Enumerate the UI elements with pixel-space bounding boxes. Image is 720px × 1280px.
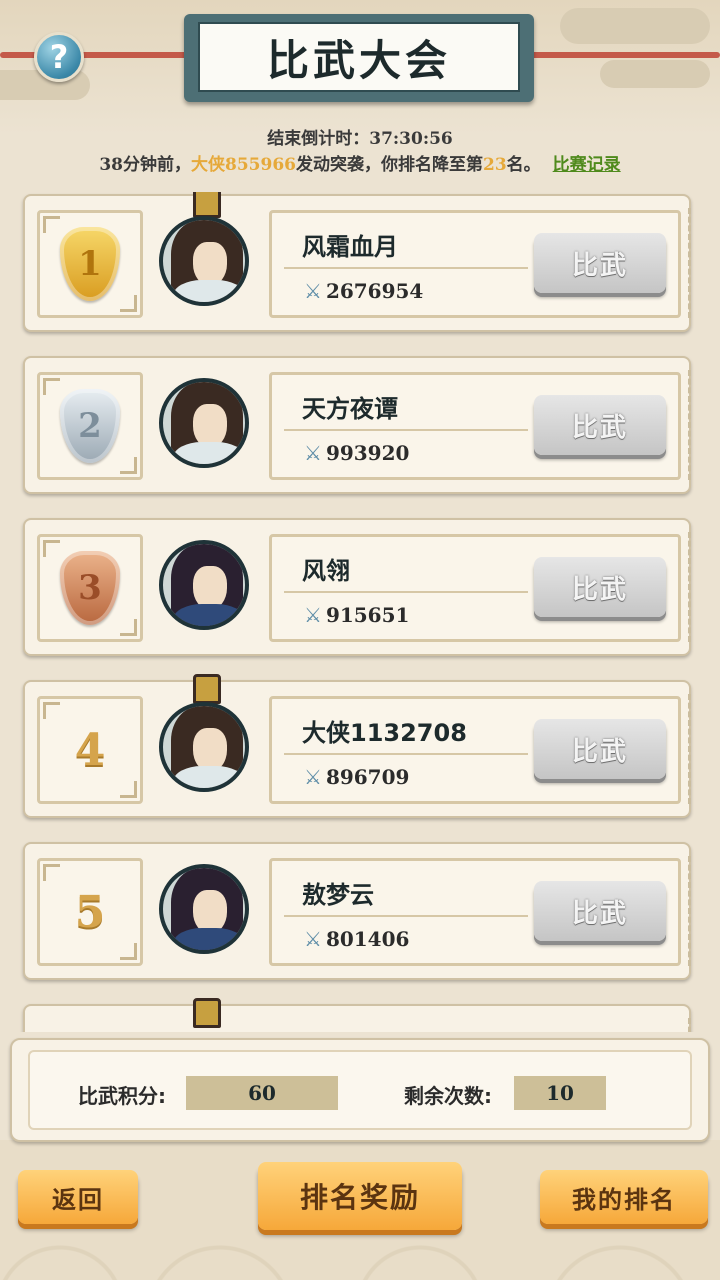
rank-box: 4 xyxy=(37,696,143,804)
rank-box: 2 xyxy=(37,372,143,480)
divider xyxy=(284,429,528,431)
combat-power: ⚔ 896709 xyxy=(304,765,409,789)
power-value: 2676954 xyxy=(325,279,424,303)
player-card-partial xyxy=(23,998,691,1032)
page-title: 比武大会 xyxy=(266,35,451,85)
power-value: 915651 xyxy=(325,603,410,627)
player-name: 敖梦云 xyxy=(302,881,374,909)
crossed-swords-icon: ⚔ xyxy=(304,279,322,303)
power-value: 993920 xyxy=(325,441,410,465)
player-info: 风翎 ⚔ 915651 比武 xyxy=(269,534,681,642)
gold-medal-icon: 1 xyxy=(60,227,120,301)
hair-crown-icon xyxy=(193,674,221,704)
avatar[interactable] xyxy=(159,702,249,792)
player-name: 天方夜谭 xyxy=(302,395,398,423)
stats-panel: 比武积分: 60 剩余次数: 10 xyxy=(10,1038,710,1142)
avatar[interactable] xyxy=(159,864,249,954)
combat-power: ⚔ 993920 xyxy=(304,441,409,465)
back-button[interactable]: 返回 xyxy=(18,1170,138,1224)
avatar[interactable] xyxy=(159,216,249,306)
player-card: 1 风霜血月 ⚔ 2676954 比武 xyxy=(23,192,691,332)
notice-suffix: 名。 xyxy=(506,155,541,175)
silver-medal-icon: 2 xyxy=(60,389,120,463)
rank-box: 3 xyxy=(37,534,143,642)
match-record-link[interactable]: 比赛记录 xyxy=(553,155,621,175)
question-icon: ? xyxy=(49,38,69,76)
challenge-button[interactable]: 比武 xyxy=(534,233,666,293)
rope-left xyxy=(0,52,200,58)
power-value: 896709 xyxy=(325,765,410,789)
hair-crown-icon xyxy=(193,998,221,1028)
bronze-medal-icon: 3 xyxy=(60,551,120,625)
avatar[interactable] xyxy=(159,378,249,468)
cloud-decoration xyxy=(560,8,710,44)
power-value: 801406 xyxy=(325,927,410,951)
notice-attacker: 大侠855966 xyxy=(191,155,296,175)
player-card: 3 风翎 ⚔ 915651 比武 xyxy=(23,518,691,656)
combat-power: ⚔ 915651 xyxy=(304,603,409,627)
avatar[interactable] xyxy=(159,540,249,630)
title-plaque: 比武大会 xyxy=(184,14,534,102)
countdown: 结束倒计时：37:30:56 xyxy=(0,124,720,149)
player-name: 大侠1132708 xyxy=(302,719,467,747)
crossed-swords-icon: ⚔ xyxy=(304,927,322,951)
score-label: 比武积分: xyxy=(78,1084,166,1108)
rank-box: 5 xyxy=(37,858,143,966)
challenge-button[interactable]: 比武 xyxy=(534,395,666,455)
help-button[interactable]: ? xyxy=(34,32,84,82)
title-plaque-inner: 比武大会 xyxy=(198,22,520,92)
divider xyxy=(284,267,528,269)
challenge-button[interactable]: 比武 xyxy=(534,557,666,617)
score-value: 60 xyxy=(186,1076,338,1110)
player-card: 2 天方夜谭 ⚔ 993920 比武 xyxy=(23,356,691,494)
player-info: 敖梦云 ⚔ 801406 比武 xyxy=(269,858,681,966)
player-info: 风霜血月 ⚔ 2676954 比武 xyxy=(269,210,681,318)
crossed-swords-icon: ⚔ xyxy=(304,603,322,627)
player-name: 风霜血月 xyxy=(302,233,398,261)
cloud-decoration xyxy=(600,60,710,88)
divider xyxy=(284,915,528,917)
divider xyxy=(284,753,528,755)
notice-middle: 发动突袭，你排名降至第 xyxy=(295,155,483,175)
notice-prefix: 38分钟前， xyxy=(99,155,191,175)
combat-power: ⚔ 2676954 xyxy=(304,279,423,303)
player-info: 大侠1132708 ⚔ 896709 比武 xyxy=(269,696,681,804)
hair-crown-icon xyxy=(193,192,221,218)
my-rank-button[interactable]: 我的排名 xyxy=(540,1170,708,1224)
player-card: 4 大侠1132708 ⚔ 896709 比武 xyxy=(23,674,691,818)
leaderboard-list[interactable]: 1 风霜血月 ⚔ 2676954 比武 2 天方夜谭 ⚔ 993920 比武 3… xyxy=(0,192,720,1032)
rank-number: 4 xyxy=(74,724,106,776)
divider xyxy=(284,591,528,593)
rank-box: 1 xyxy=(37,210,143,318)
remaining-value: 10 xyxy=(514,1076,606,1110)
rank-notice: 38分钟前，大侠855966发动突袭，你排名降至第23名。 比赛记录 xyxy=(0,150,720,175)
crossed-swords-icon: ⚔ xyxy=(304,765,322,789)
countdown-label: 结束倒计时： xyxy=(267,129,370,149)
rank-rewards-button[interactable]: 排名奖励 xyxy=(258,1162,462,1230)
rank-number: 5 xyxy=(74,886,106,938)
challenge-button[interactable]: 比武 xyxy=(534,881,666,941)
player-card: 5 敖梦云 ⚔ 801406 比武 xyxy=(23,842,691,980)
player-info: 天方夜谭 ⚔ 993920 比武 xyxy=(269,372,681,480)
countdown-value: 37:30:56 xyxy=(369,129,453,149)
crossed-swords-icon: ⚔ xyxy=(304,441,322,465)
combat-power: ⚔ 801406 xyxy=(304,927,409,951)
challenge-button[interactable]: 比武 xyxy=(534,719,666,779)
remaining-label: 剩余次数: xyxy=(404,1084,492,1108)
stats-panel-inner: 比武积分: 60 剩余次数: 10 xyxy=(28,1050,692,1130)
rope-right xyxy=(520,52,720,58)
notice-rank: 23 xyxy=(482,155,507,175)
player-name: 风翎 xyxy=(302,557,350,585)
